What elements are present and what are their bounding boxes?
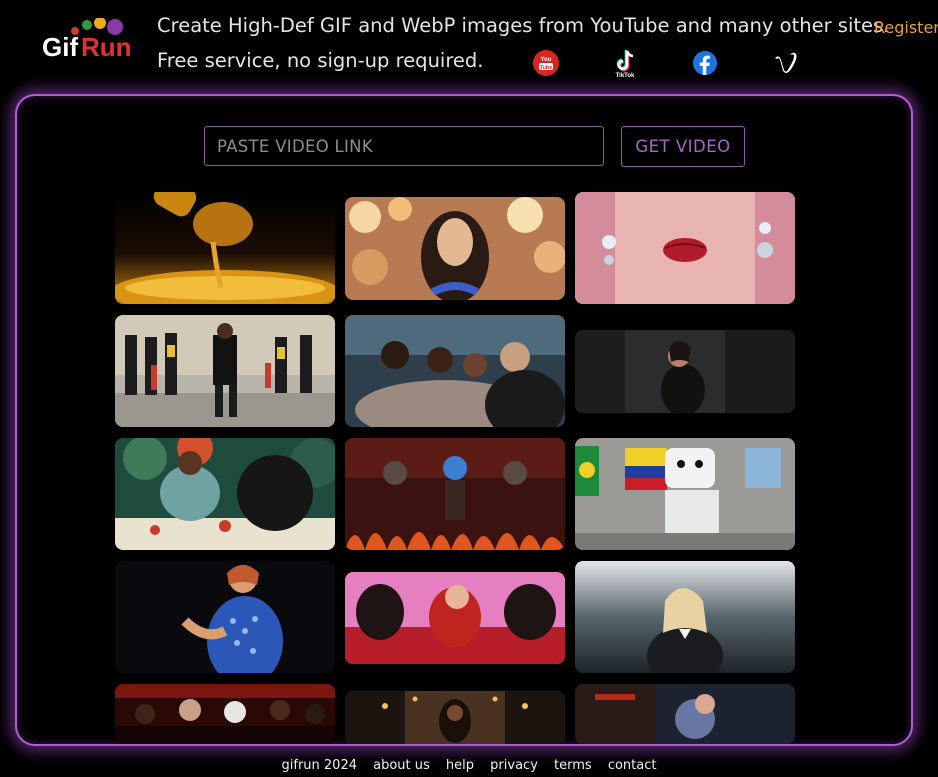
thumb-image [345, 691, 565, 744]
thumb-image [115, 192, 335, 304]
youtube-icon-graphic: You Tube [533, 50, 559, 76]
footer-copyright: gifrun 2024 [281, 758, 357, 773]
gallery-thumb-red-hair-dancers[interactable] [345, 572, 565, 664]
gallery-thumb-woman-in-black-dress[interactable] [575, 330, 795, 413]
gallery-thumb-blonde-woman-suit[interactable] [575, 561, 795, 673]
register-link[interactable]: Register [874, 18, 938, 37]
footer: gifrun 2024 about us help privacy terms … [0, 758, 938, 773]
youtube-icon[interactable]: You Tube [531, 48, 561, 78]
gifrun-logo[interactable]: Gif Run [40, 17, 132, 64]
gallery-thumb-group-selfie-party[interactable] [345, 315, 565, 427]
video-link-input[interactable] [204, 126, 604, 166]
svg-text:TikTok: TikTok [616, 73, 635, 78]
gallery-thumb-woman-sparkle-lights[interactable] [345, 197, 565, 300]
svg-text:You: You [541, 57, 552, 63]
gallery-thumb-red-lips-closeup[interactable] [575, 192, 795, 304]
facebook-icon-graphic [693, 51, 717, 75]
thumb-image [115, 315, 335, 427]
gallery-thumb-stage-dancers-fire[interactable] [345, 438, 565, 550]
footer-link-terms[interactable]: terms [554, 758, 592, 773]
thumb-image [115, 684, 335, 744]
thumb-image [345, 438, 565, 550]
thumb-image [345, 572, 565, 664]
tiktok-icon[interactable]: TikTok [610, 48, 640, 78]
get-video-button[interactable]: GET VIDEO [621, 126, 745, 167]
gallery-thumb-woman-blue-dress[interactable] [115, 561, 335, 673]
gallery-thumb-blue-haze-portrait[interactable] [575, 684, 795, 744]
footer-link-privacy[interactable]: privacy [490, 758, 538, 773]
thumb-image [575, 192, 795, 304]
thumb-image [115, 561, 335, 673]
thumb-image [575, 561, 795, 673]
thumb-image [345, 315, 565, 427]
logo-graphic: Gif Run [42, 17, 132, 62]
gallery-thumb-colorful-dinner-table[interactable] [115, 438, 335, 550]
gallery-thumb-marshmello-flags[interactable] [575, 438, 795, 550]
vimeo-icon[interactable] [770, 48, 800, 78]
thumb-image [115, 438, 335, 550]
footer-link-about-us[interactable]: about us [373, 758, 430, 773]
thumb-image [345, 197, 565, 300]
thumb-image [575, 438, 795, 550]
logo-text-gif: Gif [42, 32, 78, 62]
thumb-image [575, 684, 795, 744]
main-panel: GET VIDEO [15, 94, 913, 746]
tagline-main: Create High-Def GIF and WebP images from… [157, 14, 890, 37]
thumb-image [575, 330, 795, 413]
tiktok-icon-graphic: TikTok [616, 50, 635, 78]
logo-text-run: Run [81, 32, 130, 62]
footer-link-help[interactable]: help [446, 758, 474, 773]
svg-text:Tube: Tube [540, 65, 553, 71]
vimeo-icon-graphic [775, 52, 797, 73]
gallery-thumb-crowd-night-party[interactable] [115, 684, 335, 744]
facebook-icon[interactable] [690, 48, 720, 78]
gallery-thumb-candlelit-room[interactable] [345, 691, 565, 744]
footer-link-contact[interactable]: contact [608, 758, 657, 773]
gallery-thumb-marching-band-dancer[interactable] [115, 315, 335, 427]
gallery-thumb-honey-dipper[interactable] [115, 192, 335, 304]
tagline-sub: Free service, no sign-up required. [157, 49, 484, 72]
